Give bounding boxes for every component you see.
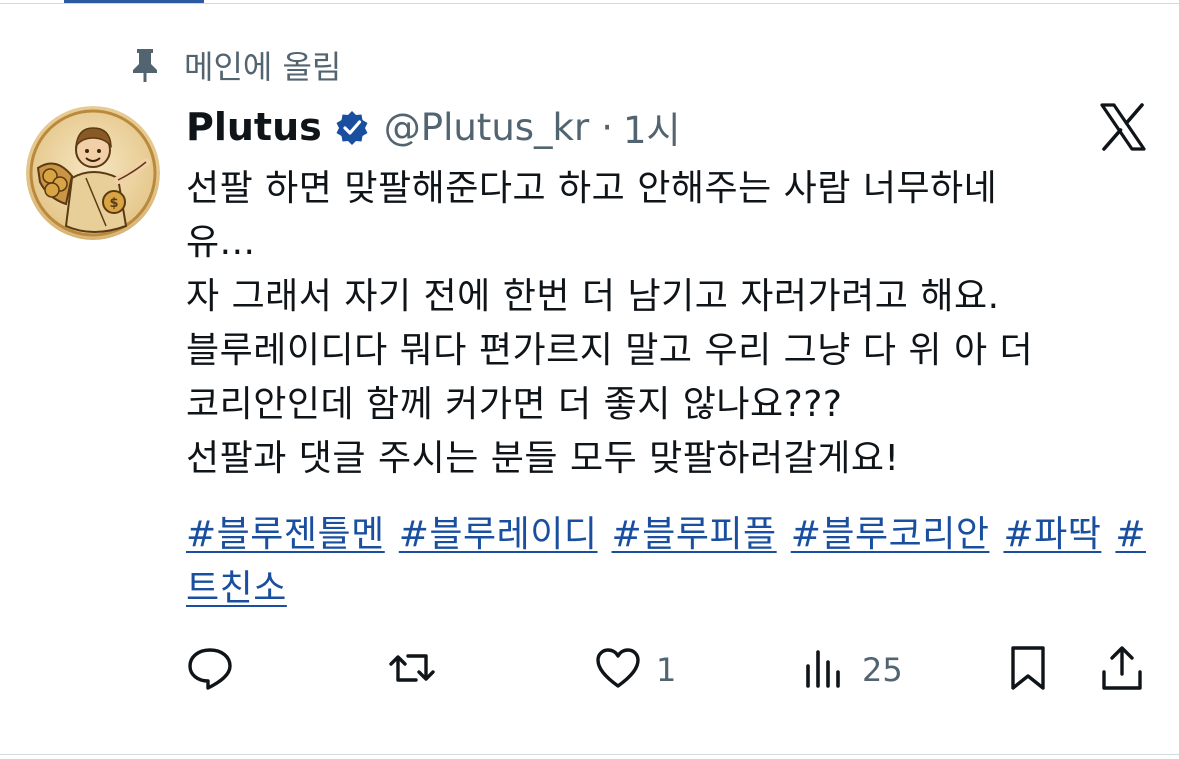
top-divider (0, 3, 1179, 4)
verified-badge-icon (334, 109, 370, 145)
post-line: 코리안인데 함께 커가면 더 좋지 않나요??? (186, 384, 843, 425)
post-header: Plutus @Plutus_kr · 1시 (186, 98, 681, 156)
reply-button[interactable] (186, 640, 248, 700)
hashtag-link[interactable]: #블루레이디 (399, 514, 598, 555)
action-bar: 1 25 (186, 640, 1146, 700)
views-button[interactable]: 25 (800, 640, 903, 700)
share-icon (1098, 644, 1146, 696)
post-line: 선팔과 댓글 주시는 분들 모두 맞팔하러갈게요! (186, 438, 900, 479)
avatar[interactable]: $ (26, 106, 160, 240)
author-handle[interactable]: @Plutus_kr (384, 106, 589, 149)
hashtag-link[interactable]: #블루코리안 (791, 514, 990, 555)
post-line: 블루레이디다 뭐다 편가르지 말고 우리 그냥 다 위 아 더 (186, 330, 1034, 371)
post-body: 선팔 하면 맞팔해준다고 하고 안해주는 사람 너무하네유... 자 그래서 자기… (186, 162, 1166, 486)
heart-icon (594, 644, 642, 696)
post-line: 선팔 하면 맞팔해준다고 하고 안해주는 사람 너무하네 (186, 168, 998, 209)
bottom-divider (0, 754, 1179, 755)
svg-text:$: $ (109, 196, 118, 211)
share-button[interactable] (1098, 640, 1146, 700)
hashtag-link[interactable]: #블루젠틀멘 (186, 514, 385, 555)
x-logo-icon[interactable] (1098, 102, 1148, 152)
repost-button[interactable] (388, 640, 450, 700)
views-icon (800, 644, 848, 696)
pinned-indicator: 메인에 올림 (126, 42, 341, 88)
post-line: 유... (186, 222, 256, 263)
like-count: 1 (656, 651, 677, 689)
bookmark-button[interactable] (1004, 640, 1052, 700)
hashtag-link[interactable]: #파딱 (1003, 514, 1101, 555)
meta-separator: · (601, 105, 613, 149)
reply-icon (186, 644, 234, 696)
post-time[interactable]: 1시 (623, 100, 681, 154)
pin-icon (126, 46, 164, 84)
display-name[interactable]: Plutus (186, 105, 322, 149)
repost-icon (388, 644, 436, 696)
views-count: 25 (862, 651, 903, 689)
bookmark-icon (1004, 644, 1052, 696)
pinned-label: 메인에 올림 (184, 48, 342, 86)
hashtag-list: #블루젠틀멘 #블루레이디 #블루피플 #블루코리안 #파딱 #트친소 (186, 508, 1166, 616)
hashtag-link[interactable]: #블루피플 (612, 514, 777, 555)
like-button[interactable]: 1 (594, 640, 676, 700)
post-line: 자 그래서 자기 전에 한번 더 남기고 자러가려고 해요. (186, 276, 1000, 317)
